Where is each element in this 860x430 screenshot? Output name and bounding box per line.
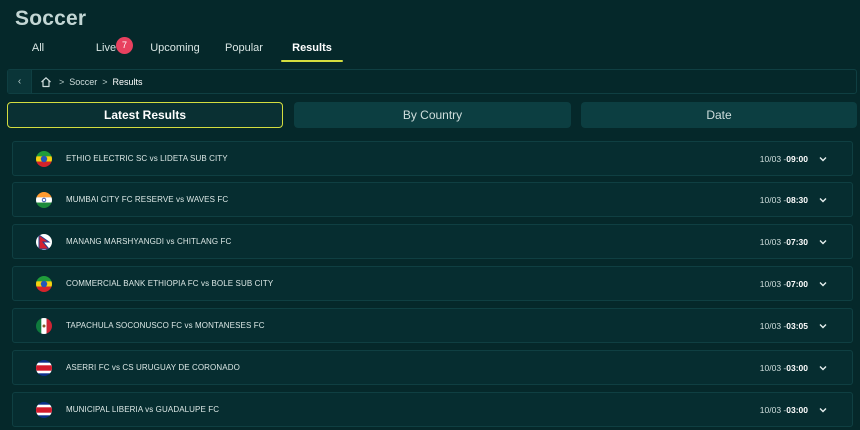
- match-time: 10/03 -08:30: [759, 194, 808, 205]
- mexico-flag-icon: [36, 318, 52, 334]
- match-time: 10/03 -09:00: [759, 153, 808, 164]
- match-time: 10/03 -03:00: [759, 404, 808, 415]
- tab-results[interactable]: Results: [281, 36, 343, 62]
- chevron-down-icon[interactable]: [818, 237, 828, 247]
- page-title: Soccer: [15, 7, 87, 30]
- match-name: MUNICIPAL LIBERIA vs GUADALUPE FC: [66, 405, 220, 414]
- chevron-down-icon[interactable]: [818, 154, 828, 164]
- match-time: 10/03 -03:00: [759, 362, 808, 373]
- match-time: 10/03 -03:05: [759, 320, 808, 331]
- india-flag-icon: [36, 192, 52, 208]
- match-row[interactable]: MUNICIPAL LIBERIA vs GUADALUPE FC 10/03 …: [12, 392, 853, 427]
- tab-popular[interactable]: Popular: [220, 36, 268, 62]
- chevron-down-icon[interactable]: [818, 279, 828, 289]
- chevron-down-icon[interactable]: [818, 405, 828, 415]
- match-row[interactable]: MANANG MARSHYANGDI vs CHITLANG FC 10/03 …: [12, 224, 853, 259]
- breadcrumb-results: Results: [112, 76, 143, 87]
- nepal-flag-icon: [36, 234, 52, 250]
- chevron-down-icon[interactable]: [818, 363, 828, 373]
- ethiopia-flag-icon: [36, 151, 52, 167]
- match-time: 10/03 -07:00: [759, 278, 808, 289]
- match-row[interactable]: TAPACHULA SOCONUSCO FC vs MONTANESES FC …: [12, 308, 853, 343]
- match-name: MANANG MARSHYANGDI vs CHITLANG FC: [66, 237, 232, 246]
- chevron-down-icon[interactable]: [818, 195, 828, 205]
- segment-date[interactable]: Date: [581, 102, 857, 128]
- back-button[interactable]: ‹: [8, 70, 32, 93]
- costa-rica-flag-icon: [36, 402, 52, 418]
- chevron-left-icon: ‹: [17, 76, 22, 87]
- match-name: ASERRI FC vs CS URUGUAY DE CORONADO: [66, 363, 240, 372]
- live-count-badge: 7: [116, 37, 133, 54]
- chevron-right-icon: >: [59, 76, 65, 87]
- chevron-right-icon: >: [102, 76, 108, 87]
- match-row[interactable]: ASERRI FC vs CS URUGUAY DE CORONADO 10/0…: [12, 350, 853, 385]
- chevron-down-icon[interactable]: [818, 321, 828, 331]
- match-name: COMMERCIAL BANK ETHIOPIA FC vs BOLE SUB …: [66, 279, 274, 288]
- page: Soccer All Live Upcoming Popular Results…: [0, 0, 860, 430]
- segment-by-country[interactable]: By Country: [294, 102, 571, 128]
- costa-rica-flag-icon: [36, 360, 52, 376]
- match-name: TAPACHULA SOCONUSCO FC vs MONTANESES FC: [66, 321, 265, 330]
- match-time: 10/03 -07:30: [759, 236, 808, 247]
- match-row[interactable]: ETHIO ELECTRIC SC vs LIDETA SUB CITY 10/…: [12, 141, 853, 176]
- tab-upcoming[interactable]: Upcoming: [146, 36, 204, 62]
- breadcrumb-soccer[interactable]: Soccer: [69, 77, 97, 87]
- match-row[interactable]: MUMBAI CITY FC RESERVE vs WAVES FC 10/03…: [12, 182, 853, 217]
- breadcrumb: ‹ > Soccer > Results: [7, 69, 857, 94]
- results-filter-segments: Latest Results By Country Date: [7, 102, 857, 128]
- match-row[interactable]: COMMERCIAL BANK ETHIOPIA FC vs BOLE SUB …: [12, 266, 853, 301]
- match-name: ETHIO ELECTRIC SC vs LIDETA SUB CITY: [66, 154, 228, 163]
- tab-all[interactable]: All: [22, 36, 54, 62]
- segment-latest-results[interactable]: Latest Results: [7, 102, 283, 128]
- ethiopia-flag-icon: [36, 276, 52, 292]
- home-icon[interactable]: [40, 75, 54, 89]
- sport-tabs: All Live Upcoming Popular Results: [0, 36, 400, 62]
- match-name: MUMBAI CITY FC RESERVE vs WAVES FC: [66, 195, 229, 204]
